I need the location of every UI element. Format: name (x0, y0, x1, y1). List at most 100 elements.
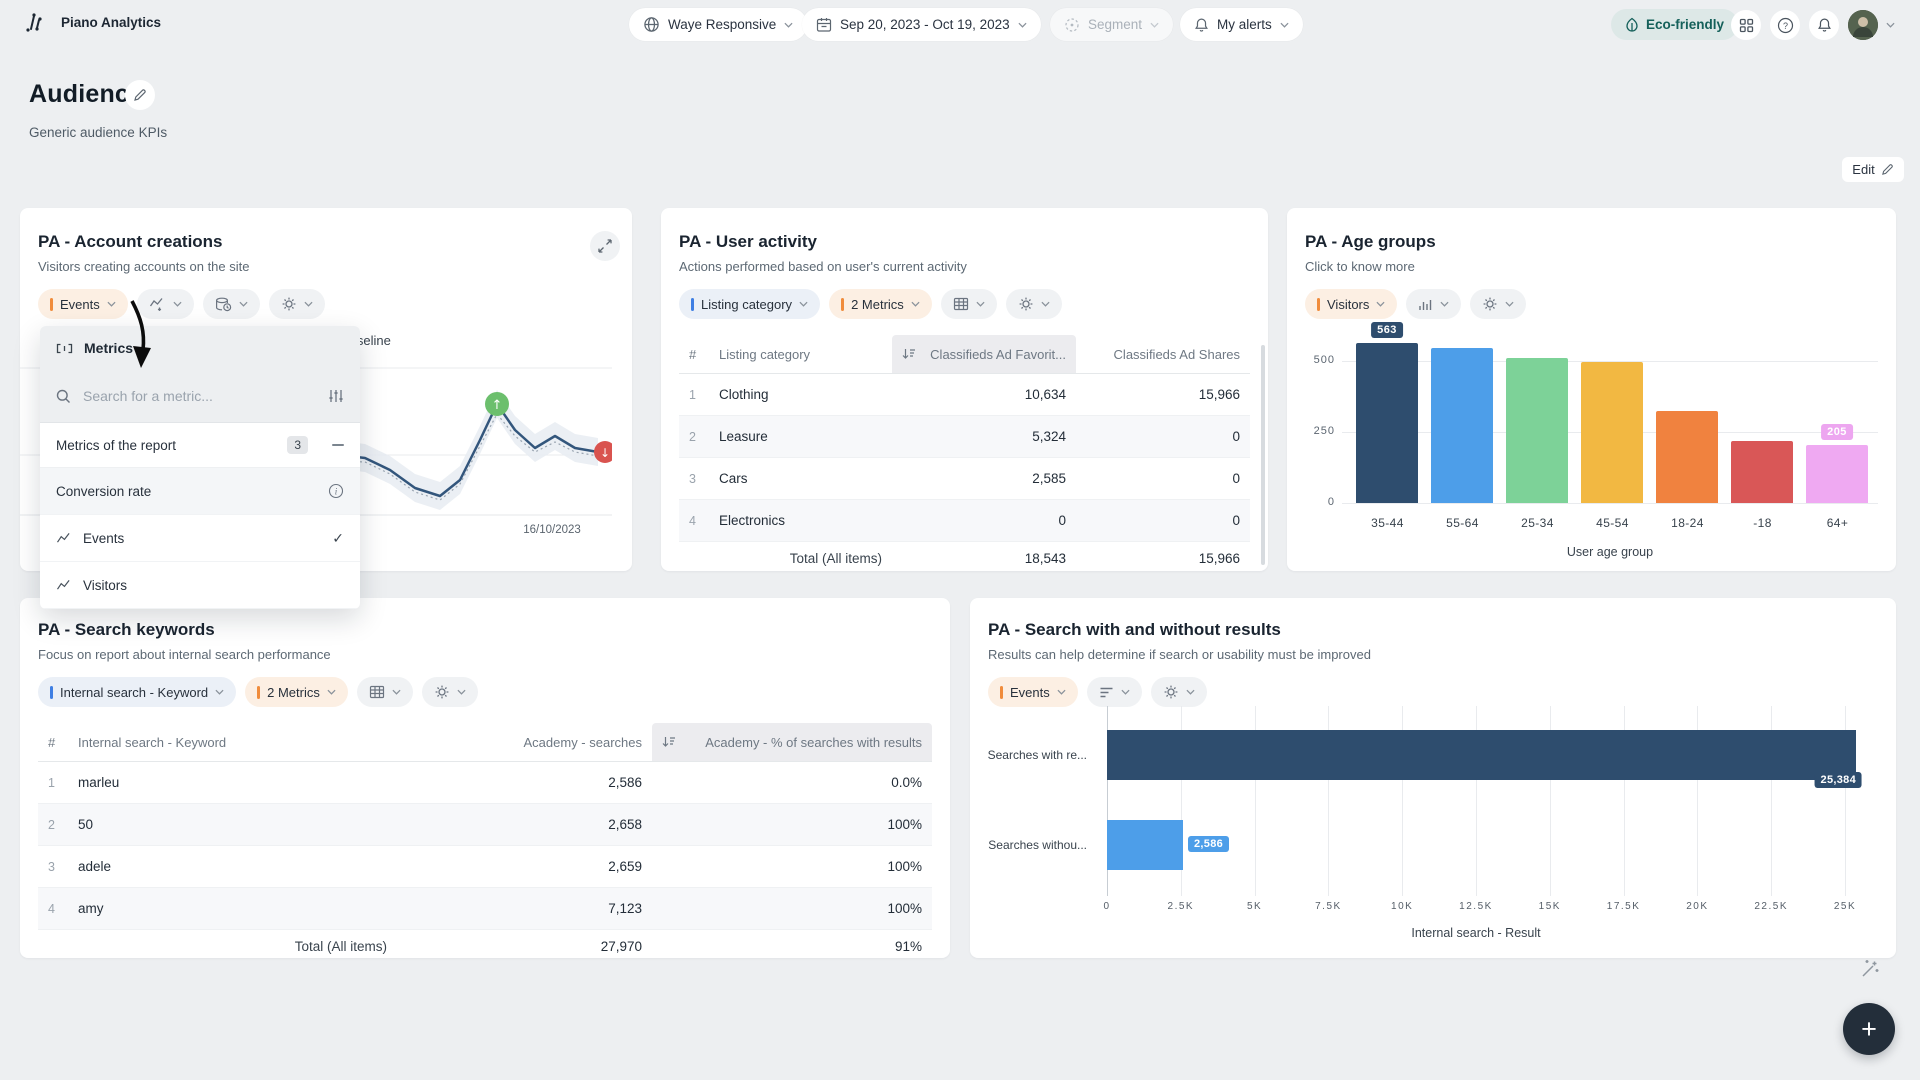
dimension-selector-pill[interactable]: Listing category (679, 289, 820, 319)
widget-subtitle: Click to know more (1305, 259, 1878, 274)
x-axis-tick: 17.5K (1607, 901, 1641, 912)
widget-title: PA - User activity (679, 232, 1250, 252)
result-bar[interactable] (1107, 730, 1856, 780)
chevron-down-icon (457, 689, 466, 695)
dimension-selector-pill[interactable]: Internal search - Keyword (38, 677, 236, 707)
eco-friendly-badge[interactable]: Eco-friendly (1611, 9, 1738, 40)
column-header[interactable]: Listing category (709, 347, 892, 362)
metric-selector-pill[interactable]: Visitors (1305, 289, 1397, 319)
widget-title: PA - Search with and without results (988, 620, 1878, 640)
chart-type-pill[interactable] (1406, 289, 1461, 319)
rename-dashboard-button[interactable] (125, 80, 155, 110)
brand[interactable]: Piano Analytics (25, 10, 161, 34)
x-axis-tick: 35-44 (1350, 516, 1425, 530)
metric-option-conversion-rate[interactable]: Conversion ratei (40, 468, 360, 515)
metric-pill-label: 2 Metrics (851, 297, 904, 312)
notifications-button[interactable] (1809, 10, 1839, 40)
date-range-picker[interactable]: Sep 20, 2023 - Oct 19, 2023 (802, 8, 1041, 41)
gear-icon (434, 684, 450, 700)
table-row: 1Clothing10,63415,966 (679, 374, 1250, 416)
my-alerts[interactable]: My alerts (1180, 8, 1303, 41)
column-header[interactable]: # (679, 347, 709, 362)
widget-subtitle: Results can help determine if search or … (988, 647, 1878, 662)
data-source-pill[interactable] (203, 289, 260, 319)
column-header-sorted[interactable]: Classifieds Ad Favorit... (892, 335, 1076, 373)
dimension-pill-label: Internal search - Keyword (60, 685, 208, 700)
table-scrollbar[interactable] (1261, 345, 1265, 565)
widget-settings-pill[interactable] (1006, 289, 1062, 319)
account-chevron-icon[interactable] (1886, 22, 1895, 28)
column-header[interactable]: Internal search - Keyword (68, 735, 397, 750)
assistant-wand-button[interactable] (1856, 955, 1884, 983)
widget-title: PA - Account creations (38, 232, 614, 252)
chart-type-pill[interactable] (941, 289, 997, 319)
dropdown-header: Metrics (40, 326, 360, 370)
column-header[interactable]: Academy - searches (397, 735, 652, 750)
column-header[interactable]: # (38, 735, 68, 750)
anomaly-up-badge[interactable]: ↑ (485, 392, 509, 416)
dropdown-header-label: Metrics (84, 340, 133, 356)
metric-color-bar (1317, 298, 1320, 311)
table-total-row: Total (All items)27,97091% (38, 930, 932, 963)
segment-picker[interactable]: Segment (1050, 8, 1173, 41)
site-picker[interactable]: Waye Responsive (629, 8, 807, 41)
age-bar-35-44[interactable] (1356, 343, 1418, 503)
row-metric-value: 100% (652, 901, 932, 916)
age-bar-45-54[interactable] (1581, 362, 1643, 503)
segment-label: Segment (1088, 17, 1142, 32)
chevron-down-icon (976, 301, 985, 307)
bar-value-badge: 205 (1821, 424, 1853, 440)
metric-pill-label: 2 Metrics (267, 685, 320, 700)
metrics-group-row[interactable]: Metrics of the report 3 (40, 423, 360, 468)
chevron-down-icon (107, 301, 116, 307)
gear-icon (1018, 296, 1034, 312)
apps-grid-button[interactable] (1731, 10, 1761, 40)
filters-icon[interactable] (328, 388, 344, 404)
chevron-down-icon (1150, 22, 1159, 28)
metric-selector-pill[interactable]: Events (38, 289, 128, 319)
row-metric-value: 0 (892, 513, 1076, 528)
row-metric-value: 10,634 (892, 387, 1076, 402)
widget-settings-pill[interactable] (269, 289, 325, 319)
column-header[interactable]: Classifieds Ad Shares (1076, 347, 1250, 362)
chart-type-pill[interactable] (357, 677, 413, 707)
selected-check-icon: ✓ (332, 530, 344, 547)
metric-search[interactable] (40, 370, 360, 423)
chart-type-pill[interactable] (137, 289, 194, 319)
age-bar--18[interactable] (1731, 441, 1793, 503)
result-bar[interactable] (1107, 820, 1183, 870)
widget-settings-pill[interactable] (1470, 289, 1526, 319)
row-metric-value: 15,966 (1076, 387, 1250, 402)
site-picker-label: Waye Responsive (668, 17, 776, 32)
widget-settings-pill[interactable] (422, 677, 478, 707)
gear-icon (1482, 296, 1498, 312)
widget-title: PA - Search keywords (38, 620, 932, 640)
horizontal-bars-icon (1099, 686, 1114, 699)
age-bar-55-64[interactable] (1431, 348, 1493, 503)
metric-selector-pill[interactable]: 2 Metrics (245, 677, 348, 707)
table-row: 4Electronics00 (679, 500, 1250, 542)
row-metric-value: 100% (652, 859, 932, 874)
edit-dashboard-button[interactable]: Edit (1842, 157, 1904, 182)
grid-icon (1739, 18, 1754, 33)
metric-option-events[interactable]: Events✓ (40, 515, 360, 562)
dimension-color-bar (691, 298, 694, 311)
avatar[interactable] (1848, 10, 1878, 40)
add-widget-fab[interactable]: + (1843, 1003, 1895, 1055)
widget-subtitle: Visitors creating accounts on the site (38, 259, 614, 274)
metric-selector-pill[interactable]: 2 Metrics (829, 289, 932, 319)
age-bar-18-24[interactable] (1656, 411, 1718, 503)
row-metric-value: 2,658 (397, 817, 652, 832)
help-button[interactable]: ? (1770, 10, 1800, 40)
metric-color-bar (1000, 686, 1003, 699)
row-dimension-value: adele (68, 859, 397, 874)
metric-search-input[interactable] (81, 387, 318, 405)
gridline (1342, 503, 1878, 504)
info-icon[interactable]: i (328, 483, 344, 499)
collapse-icon[interactable] (332, 444, 344, 446)
expand-widget-button[interactable] (590, 231, 620, 261)
column-header-sorted[interactable]: Academy - % of searches with results (652, 723, 932, 761)
age-bar-64+[interactable] (1806, 445, 1868, 503)
age-bar-25-34[interactable] (1506, 358, 1568, 503)
metric-option-visitors[interactable]: Visitors (40, 562, 360, 609)
